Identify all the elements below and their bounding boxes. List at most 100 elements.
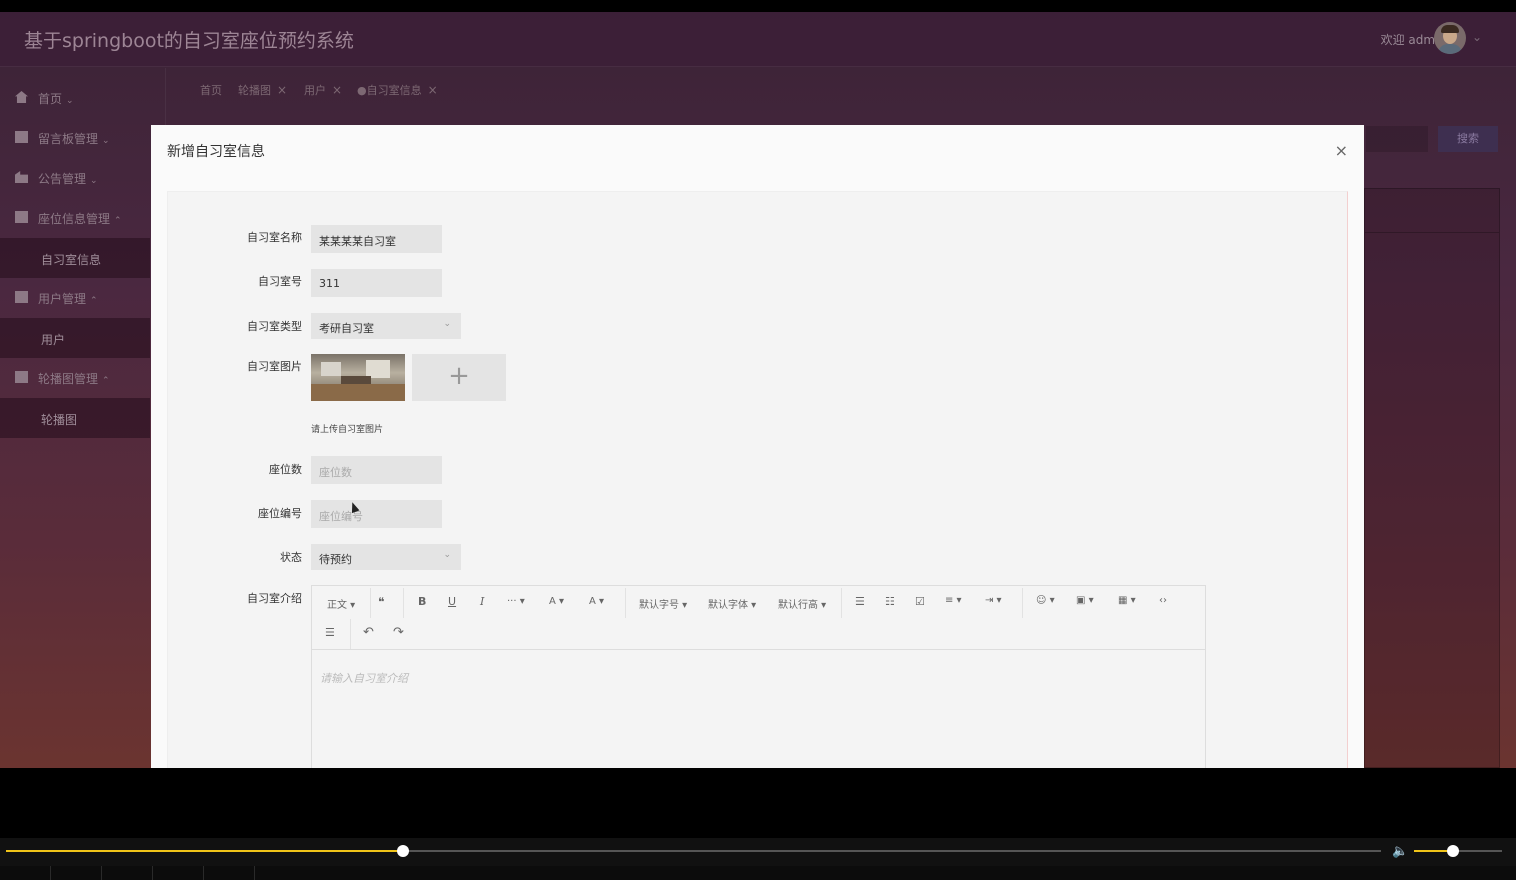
close-icon[interactable]: ×	[332, 83, 342, 97]
strip-divider	[101, 866, 102, 880]
emoji-dropdown[interactable]: ☺ ▾	[1036, 595, 1055, 606]
table-dropdown[interactable]: ▦ ▾	[1118, 595, 1136, 606]
sidebar-subitem-study-room[interactable]: 自习室信息	[0, 238, 150, 278]
building-icon	[15, 171, 28, 183]
quote-icon[interactable]: ❝	[378, 595, 384, 609]
tab-users[interactable]: 用户 ×	[304, 82, 342, 98]
select-value: 考研自习室	[319, 322, 374, 335]
close-icon[interactable]: ×	[277, 83, 287, 97]
avatar[interactable]	[1434, 22, 1466, 54]
dialog-title: 新增自习室信息	[167, 144, 265, 160]
video-player-controls: 🔈	[0, 838, 1516, 880]
type-label: 自习室类型	[247, 320, 302, 333]
sidebar-item-seat-info[interactable]: 座位信息管理 ⌃	[0, 198, 150, 238]
background-color-icon[interactable]: A ▾	[589, 596, 604, 607]
seat-number-input[interactable]: 座位编号	[311, 500, 442, 528]
sidebar-subitem-carousel[interactable]: 轮播图	[0, 398, 150, 438]
todo-checkbox-icon[interactable]: ☑	[915, 595, 925, 608]
sidebar-subitem-user[interactable]: 用户	[0, 318, 150, 358]
study-room-type-select[interactable]: 考研自习室 ⌄	[311, 313, 461, 339]
toolbar-divider	[841, 588, 842, 618]
upload-add-button[interactable]: +	[412, 354, 506, 401]
line-height-dropdown[interactable]: 默认行高 ▾	[778, 596, 826, 611]
background-table-header	[1365, 189, 1499, 233]
numbered-list-icon[interactable]: ☷	[885, 595, 895, 608]
progress-track[interactable]	[6, 845, 1381, 857]
tab-label: 用户	[304, 84, 326, 97]
sidebar-item-label: 轮播图管理	[38, 372, 99, 386]
study-room-number-input[interactable]: 311	[311, 269, 442, 297]
bold-icon[interactable]: B	[418, 595, 426, 608]
add-study-room-dialog: 新增自习室信息 × 自习室名称 某某某某自习室 自习室号 311 自习室类型 考…	[151, 125, 1364, 768]
divider-line-icon[interactable]: ☰	[325, 626, 335, 639]
chevron-up-icon: ⌃	[102, 376, 110, 386]
select-value: 待预约	[319, 553, 352, 566]
seat-count-input[interactable]: 座位数	[311, 456, 442, 484]
chevron-down-icon: ⌄	[90, 176, 98, 186]
sidebar-item-label: 公告管理	[38, 172, 87, 186]
italic-icon[interactable]: I	[480, 595, 484, 608]
chevron-down-icon: ⌄	[66, 96, 74, 106]
name-label: 自习室名称	[247, 231, 302, 244]
font-size-dropdown[interactable]: 默认字号 ▾	[639, 596, 687, 611]
search-button[interactable]: 搜索	[1438, 126, 1498, 152]
chevron-up-icon: ⌃	[114, 216, 122, 226]
sidebar-subitem-label: 用户	[41, 333, 66, 347]
table-icon	[15, 211, 28, 223]
chevron-down-icon: ⌄	[443, 319, 451, 329]
rich-text-editor: 正文 ▾ ❝ B U I ··· ▾ A ▾ A ▾ 默认字号 ▾ 默认字体 ▾…	[311, 585, 1206, 768]
tab-study-room[interactable]: ●自习室信息 ×	[357, 82, 438, 98]
toolbar-divider	[370, 588, 371, 618]
bullet-list-icon[interactable]: ☰	[855, 595, 865, 608]
background-search-input[interactable]	[1366, 126, 1428, 152]
more-styles-dropdown[interactable]: ··· ▾	[507, 596, 525, 607]
briefcase-icon	[15, 291, 28, 303]
seat-number-label: 座位编号	[258, 507, 302, 520]
image-dropdown[interactable]: ▣ ▾	[1076, 595, 1094, 606]
volume-knob[interactable]	[1446, 845, 1459, 857]
align-dropdown[interactable]: ≡ ▾	[945, 595, 962, 606]
editor-placeholder: 请输入自习室介绍	[320, 672, 408, 685]
top-bar: 基于springboot的自习室座位预约系统 欢迎 admin ⌄	[0, 12, 1516, 67]
font-family-dropdown[interactable]: 默认字体 ▾	[708, 596, 756, 611]
close-icon[interactable]: ×	[1335, 141, 1348, 160]
font-color-icon[interactable]: A ▾	[549, 596, 564, 607]
tab-label: ●自习室信息	[357, 84, 422, 97]
image-label: 自习室图片	[247, 360, 302, 373]
tab-label: 首页	[200, 84, 222, 97]
tab-label: 轮播图	[238, 84, 271, 97]
sidebar-item-home[interactable]: 首页 ⌄	[0, 78, 150, 118]
sidebar-item-users[interactable]: 用户管理 ⌃	[0, 278, 150, 318]
redo-icon[interactable]: ↷	[393, 625, 404, 640]
volume-icon[interactable]: 🔈	[1392, 844, 1408, 859]
thumbnail-desks	[311, 384, 405, 401]
progress-knob[interactable]	[397, 845, 410, 857]
tab-carousel[interactable]: 轮播图 ×	[238, 82, 287, 98]
number-label: 自习室号	[258, 275, 302, 288]
toolbar-divider	[625, 588, 626, 618]
sidebar-item-carousel[interactable]: 轮播图管理 ⌃	[0, 358, 150, 398]
dialog-form: 自习室名称 某某某某自习室 自习室号 311 自习室类型 考研自习室 ⌄ 自习室…	[167, 191, 1348, 768]
indent-dropdown[interactable]: ⇥ ▾	[985, 595, 1002, 606]
app-screen: 基于springboot的自习室座位预约系统 欢迎 admin ⌄ 首页 ⌄ 留言…	[0, 12, 1516, 768]
volume-track[interactable]	[1414, 845, 1502, 857]
heading-dropdown[interactable]: 正文 ▾	[327, 596, 355, 611]
undo-icon[interactable]: ↶	[363, 625, 374, 640]
status-select[interactable]: 待预约 ⌄	[311, 544, 461, 570]
sidebar-item-messages[interactable]: 留言板管理 ⌄	[0, 118, 150, 158]
toolbar-divider	[1022, 588, 1023, 618]
home-icon	[15, 91, 28, 103]
seats-label: 座位数	[269, 463, 302, 476]
sidebar-item-label: 座位信息管理	[38, 212, 111, 226]
tab-home[interactable]: 首页	[200, 82, 222, 98]
underline-icon[interactable]: U	[448, 595, 456, 608]
sidebar-subitem-label: 自习室信息	[41, 253, 102, 267]
close-icon[interactable]: ×	[428, 83, 438, 97]
study-room-name-input[interactable]: 某某某某自习室	[311, 225, 442, 253]
code-icon[interactable]: ‹›	[1159, 595, 1167, 606]
app-title: 基于springboot的自习室座位预约系统	[24, 30, 354, 52]
chevron-down-icon[interactable]: ⌄	[1472, 30, 1482, 44]
sidebar-item-label: 用户管理	[38, 292, 87, 306]
sidebar-item-announcements[interactable]: 公告管理 ⌄	[0, 158, 150, 198]
uploaded-image-thumbnail[interactable]	[311, 354, 405, 401]
